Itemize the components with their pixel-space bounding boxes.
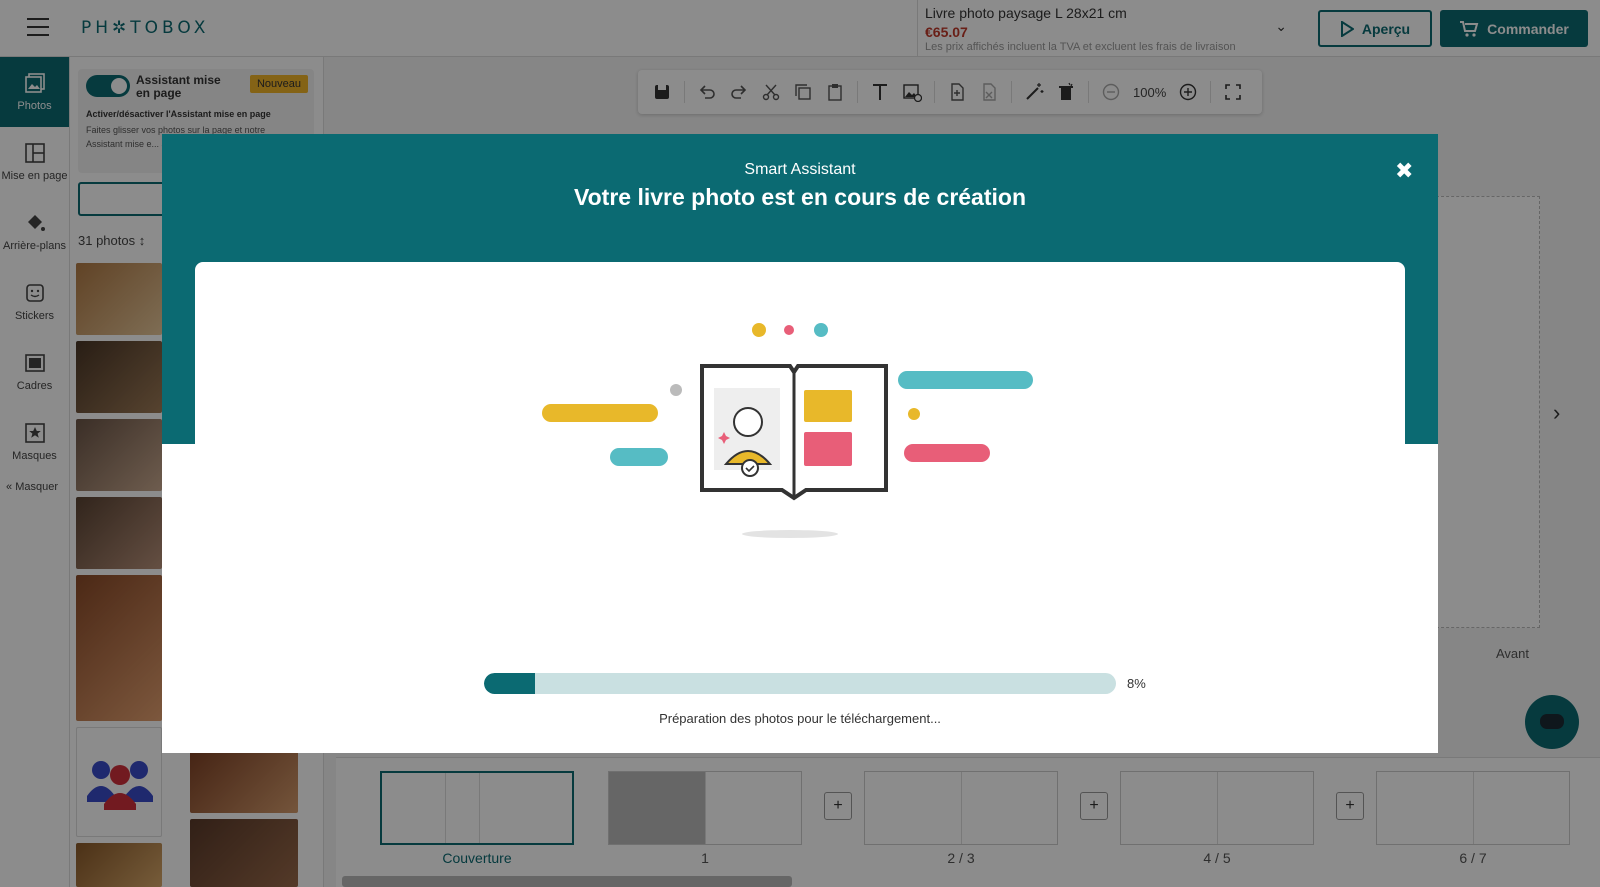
modal-title: Votre livre photo est en cours de créati… [573,184,1026,210]
progress-bar [484,673,1116,694]
progress-fill [484,673,535,694]
progress-percent: 8% [1127,676,1146,691]
close-icon[interactable]: ✖ [1395,158,1413,184]
progress-message: Préparation des photos pour le télécharg… [659,711,941,726]
smart-assistant-modal: Smart Assistant Votre livre photo est en… [162,134,1438,753]
modal-eyebrow: Smart Assistant [744,161,856,178]
photobook-illustration [542,323,1033,538]
